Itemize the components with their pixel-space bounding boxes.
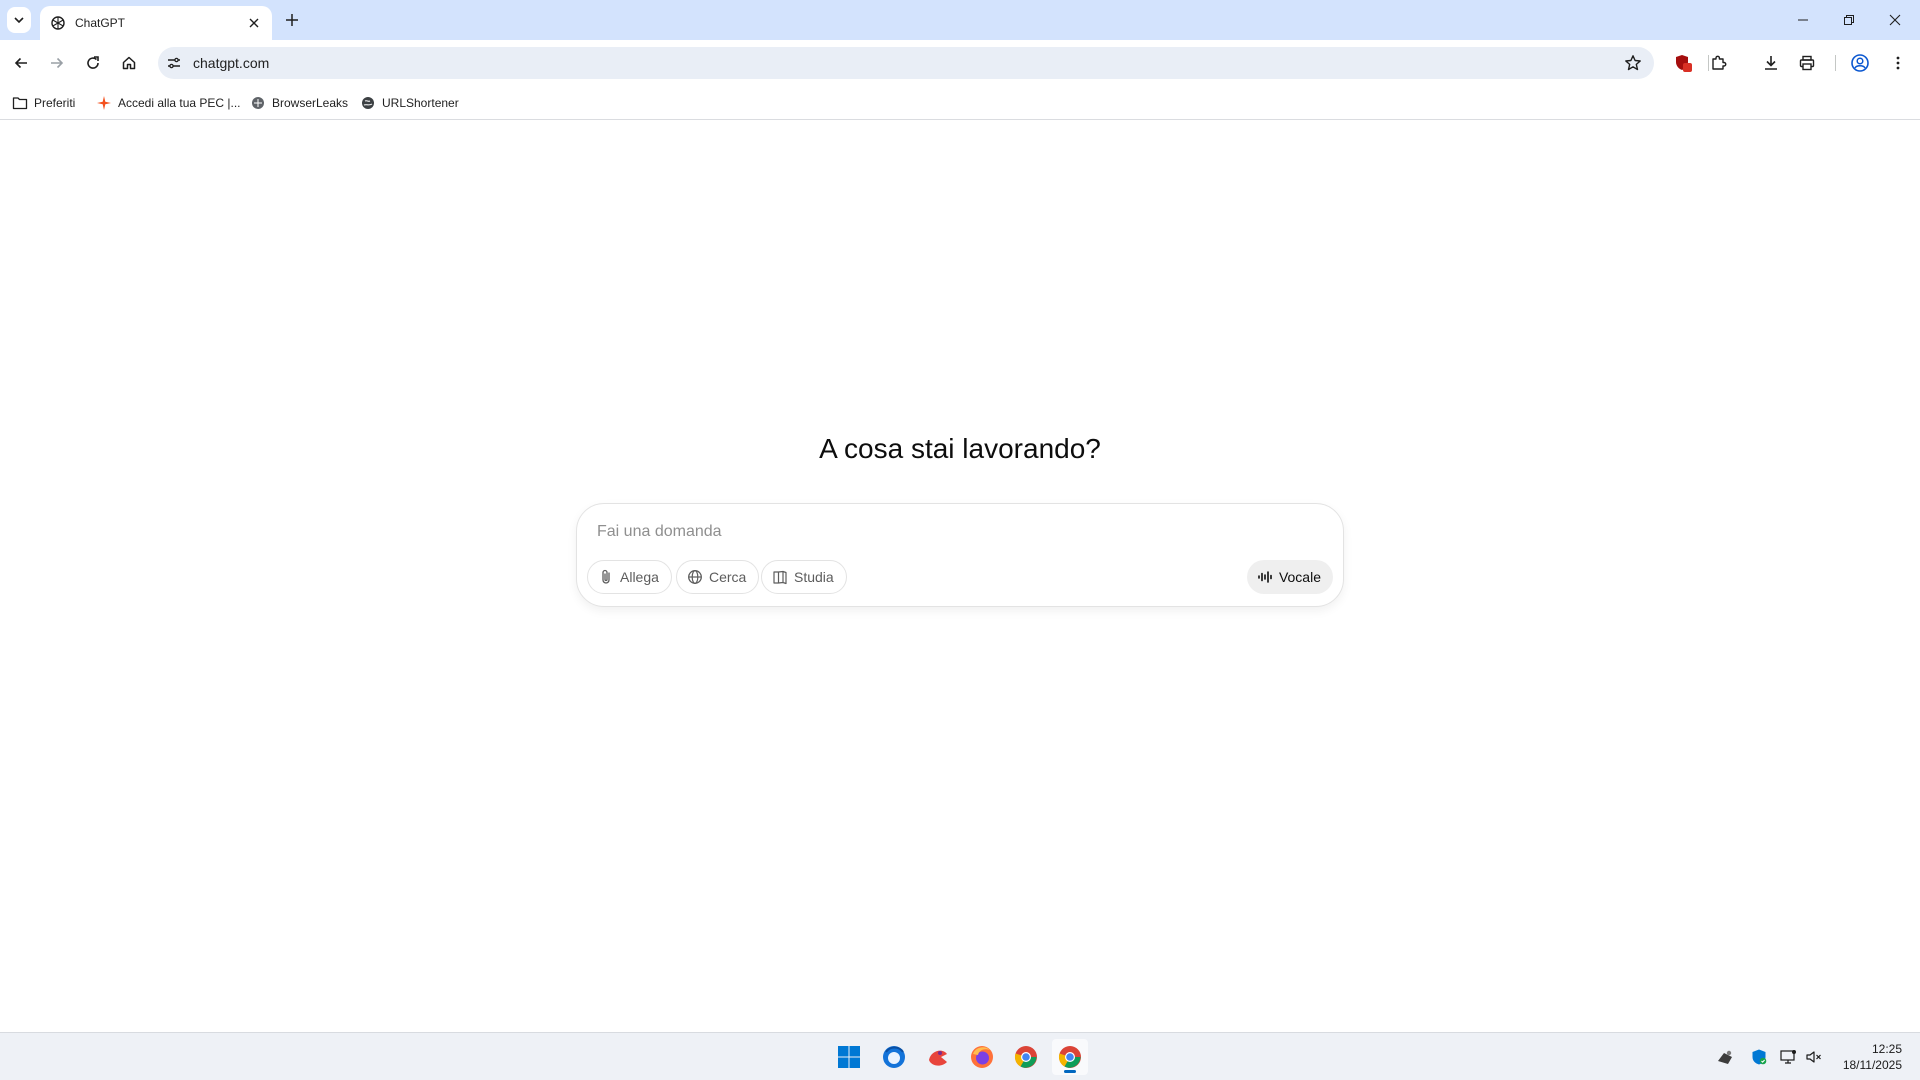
tab-search-button[interactable] — [7, 7, 31, 33]
attach-label: Allega — [620, 569, 659, 585]
home-button[interactable] — [116, 50, 142, 76]
extension-shield-button[interactable] — [1670, 50, 1696, 76]
bookmark-browserleaks[interactable]: BrowserLeaks — [250, 94, 348, 112]
chatgpt-logo-icon — [51, 16, 65, 30]
extensions-button[interactable] — [1706, 50, 1732, 76]
chevron-down-icon — [14, 17, 24, 24]
profile-icon — [1851, 54, 1869, 72]
print-button[interactable] — [1794, 50, 1820, 76]
close-icon — [1889, 14, 1901, 26]
search-label: Cerca — [709, 569, 747, 585]
thunderbird-icon — [883, 1046, 905, 1068]
app-icon — [929, 1050, 947, 1066]
tune-icon — [168, 57, 180, 69]
arrow-left-icon — [14, 57, 27, 69]
bookmark-pec[interactable]: Accedi alla tua PEC |... — [96, 94, 241, 112]
bookmark-urlshortener[interactable]: URLShortener — [360, 94, 459, 112]
page-headline: A cosa stai lavorando? — [819, 433, 1101, 464]
forward-button[interactable] — [44, 50, 70, 76]
sparkle-icon — [96, 95, 112, 111]
globe-icon — [360, 95, 376, 111]
bookmark-label: Accedi alla tua PEC |... — [118, 96, 241, 110]
folder-icon — [12, 95, 28, 111]
search-button[interactable]: Cerca — [676, 560, 760, 594]
book-icon — [772, 569, 788, 585]
printer-icon — [1799, 55, 1815, 71]
tab-close-button[interactable] — [246, 15, 262, 31]
taskbar-chrome[interactable] — [1008, 1039, 1044, 1075]
plus-icon — [286, 14, 298, 26]
tab-chatgpt[interactable]: ChatGPT — [40, 6, 272, 40]
bookmark-label: Preferiti — [34, 96, 76, 110]
downloads-button[interactable] — [1758, 50, 1784, 76]
system-clock[interactable]: 12:25 18/11/2025 — [1843, 1041, 1902, 1073]
tray-security-button[interactable] — [1750, 1048, 1768, 1066]
taskbar-thunderbird[interactable] — [876, 1039, 912, 1075]
address-bar[interactable]: chatgpt.com — [158, 47, 1654, 79]
star-icon — [1625, 55, 1641, 71]
bookmark-label: BrowserLeaks — [272, 96, 349, 110]
voice-button[interactable]: Vocale — [1246, 560, 1333, 594]
start-button[interactable] — [831, 1039, 867, 1075]
toolbar-divider — [1835, 55, 1836, 71]
restore-icon — [1844, 15, 1854, 25]
reload-icon — [87, 56, 99, 69]
defender-shield-icon — [1752, 1049, 1767, 1065]
chrome-icon — [1058, 1046, 1081, 1068]
active-app-indicator — [1064, 1070, 1076, 1073]
taskbar-app[interactable] — [920, 1039, 956, 1075]
volume-muted-icon — [1806, 1051, 1821, 1063]
firefox-icon — [971, 1046, 993, 1068]
more-vertical-icon — [1896, 56, 1900, 70]
taskbar-chrome-active[interactable] — [1052, 1039, 1088, 1075]
minimize-icon — [1798, 19, 1808, 21]
url-text[interactable]: chatgpt.com — [193, 55, 269, 71]
browserleaks-icon — [250, 95, 266, 111]
network-icon — [1780, 1050, 1796, 1064]
windows-start-icon — [838, 1046, 860, 1068]
bookmarks-bar: Preferiti Accedi alla tua PEC |... Brows… — [0, 86, 1920, 120]
tray-app-icon — [1718, 1050, 1732, 1064]
voice-wave-icon — [1257, 569, 1273, 585]
tab-title: ChatGPT — [75, 16, 126, 30]
bookmark-star-button[interactable] — [1624, 54, 1642, 72]
browser-toolbar: chatgpt.com — [0, 40, 1920, 86]
browser-menu-button[interactable] — [1885, 50, 1911, 76]
clock-time: 12:25 — [1871, 1042, 1902, 1056]
new-tab-button[interactable] — [282, 10, 302, 30]
voice-label: Vocale — [1278, 569, 1321, 585]
minimize-button[interactable] — [1780, 0, 1826, 40]
volume-button[interactable] — [1805, 1048, 1823, 1066]
prompt-input[interactable] — [597, 520, 1297, 544]
taskbar-firefox[interactable] — [964, 1039, 1000, 1075]
home-icon — [122, 56, 136, 70]
arrow-right-icon — [51, 57, 64, 69]
paperclip-icon — [598, 569, 614, 585]
study-button[interactable]: Studia — [761, 560, 847, 594]
bookmark-preferiti[interactable]: Preferiti — [12, 94, 75, 112]
windows-taskbar: 12:25 18/11/2025 — [0, 1032, 1920, 1080]
close-window-button[interactable] — [1872, 0, 1918, 40]
bookmark-label: URLShortener — [382, 96, 459, 110]
chatgpt-page: A cosa stai lavorando? Allega Cerca Stud… — [0, 121, 1920, 1032]
site-info-icon[interactable] — [166, 55, 182, 71]
attach-button[interactable]: Allega — [587, 560, 672, 594]
study-label: Studia — [794, 569, 834, 585]
tray-app-button[interactable] — [1716, 1048, 1734, 1066]
chrome-icon — [1014, 1046, 1037, 1068]
reload-button[interactable] — [80, 50, 106, 76]
clock-date: 18/11/2025 — [1842, 1058, 1902, 1072]
back-button[interactable] — [8, 50, 34, 76]
profile-button[interactable] — [1847, 50, 1873, 76]
browser-tabstrip: ChatGPT — [0, 0, 1920, 40]
network-button[interactable] — [1779, 1048, 1797, 1066]
shield-extension-icon — [1676, 55, 1692, 72]
close-icon — [249, 18, 259, 28]
prompt-composer: Allega Cerca Studia Vocale — [576, 503, 1344, 607]
globe-icon — [687, 569, 703, 585]
puzzle-icon — [1712, 55, 1727, 70]
restore-button[interactable] — [1826, 0, 1872, 40]
download-icon — [1765, 56, 1777, 70]
